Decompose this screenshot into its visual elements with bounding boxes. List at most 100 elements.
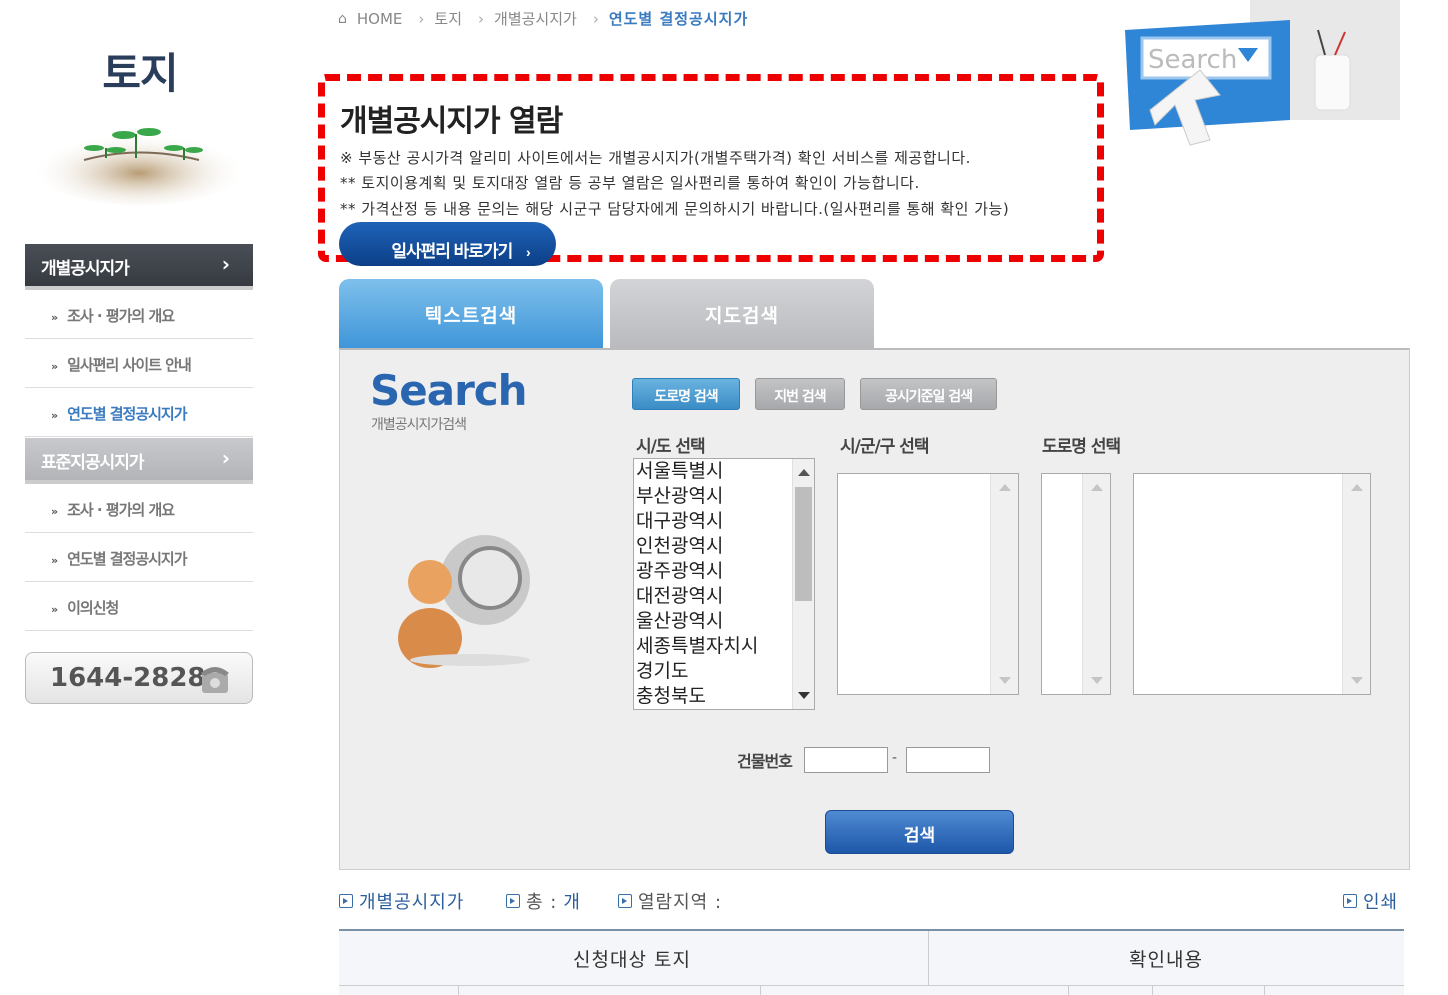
sigungu-label: 시/군/구 선택 — [840, 437, 930, 457]
info-region: 열람지역 : — [618, 888, 722, 914]
sido-listbox[interactable]: 서울특별시 부산광역시 대구광역시 인천광역시 광주광역시 대전광역시 울산광역… — [633, 458, 815, 710]
table-column-divider — [760, 986, 761, 995]
search-monitor-illustration: Search — [1125, 0, 1400, 146]
person-magnifier-illustration — [398, 535, 530, 668]
building-number-sub-input[interactable] — [906, 747, 990, 773]
double-arrow-icon: » — [51, 360, 58, 373]
square-arrow-icon — [1343, 894, 1357, 908]
phone-number: 1644-2828 — [50, 663, 206, 693]
square-arrow-icon — [618, 894, 632, 908]
double-arrow-icon: » — [51, 554, 58, 567]
table-header-target-land: 신청대상 토지 — [573, 949, 691, 971]
double-arrow-icon: » — [51, 603, 58, 616]
sido-option[interactable]: 울산광역시 — [634, 609, 814, 634]
sido-label: 시/도 선택 — [636, 437, 706, 457]
table-column-divider — [1152, 986, 1153, 995]
sido-option[interactable]: 경기도 — [634, 659, 814, 684]
road-initial-listbox[interactable] — [1041, 473, 1111, 695]
scrollbar[interactable] — [990, 474, 1018, 694]
sigungu-listbox[interactable] — [837, 473, 1019, 695]
road-label: 도로명 선택 — [1042, 437, 1121, 457]
sidebar-item-std-yearly[interactable]: » 연도별 결정공시지가 — [25, 533, 253, 582]
sidebar-item-ilsa-guide[interactable]: » 일사편리 사이트 안내 — [25, 339, 253, 388]
scrollbar[interactable] — [1082, 474, 1110, 694]
phone-banner: 1644-2828 — [25, 652, 253, 704]
table-header-row — [339, 931, 1404, 986]
building-number-main-input[interactable] — [804, 747, 888, 773]
sido-option[interactable]: 인천광역시 — [634, 534, 814, 559]
sido-option[interactable]: 세종특별자치시 — [634, 634, 814, 659]
sidebar-item-overview[interactable]: » 조사 · 평가의 개요 — [25, 290, 253, 339]
subtab-lot-search[interactable]: 지번 검색 — [755, 378, 845, 410]
land-sprout-illustration — [29, 125, 249, 205]
table-header-confirmation: 확인내용 — [1129, 949, 1203, 971]
double-arrow-icon: » — [51, 311, 58, 324]
intro-text-line: ** 가격산정 등 내용 문의는 해당 시군구 담당자에게 문의하시기 바랍니다… — [340, 200, 1010, 218]
tab-text-search[interactable]: 텍스트검색 — [339, 279, 603, 349]
sidebar-title: 토지 — [102, 49, 178, 98]
scroll-down-arrow-icon[interactable] — [1351, 677, 1363, 684]
sidebar-item-yearly-price[interactable]: » 연도별 결정공시지가 — [25, 388, 253, 437]
scroll-up-arrow-icon[interactable] — [798, 469, 810, 476]
search-logo: Search — [370, 366, 528, 415]
scroll-thumb[interactable] — [795, 487, 812, 601]
table-column-divider — [458, 986, 459, 995]
building-number-separator: - — [892, 750, 898, 766]
sido-option[interactable]: 부산광역시 — [634, 484, 814, 509]
scroll-down-arrow-icon[interactable] — [798, 692, 810, 699]
chevron-right-icon: › — [592, 9, 599, 28]
chevron-right-icon: › — [525, 243, 531, 260]
scrollbar[interactable] — [1342, 474, 1370, 694]
sidebar-group-label: 표준지공시지가 — [41, 453, 144, 473]
home-icon: ⌂ — [338, 10, 347, 27]
scroll-up-arrow-icon[interactable] — [1091, 484, 1103, 491]
breadcrumb-home[interactable]: HOME — [357, 10, 403, 28]
sidebar-group-individual-price[interactable]: 개별공시지가 › — [25, 244, 253, 290]
scroll-down-arrow-icon[interactable] — [999, 677, 1011, 684]
square-arrow-icon — [506, 894, 520, 908]
page-title: 개별공시지가 열람 — [340, 104, 563, 139]
table-column-divider — [1068, 986, 1069, 995]
sidebar-group-label: 개별공시지가 — [41, 259, 130, 279]
sido-option[interactable]: 광주광역시 — [634, 559, 814, 584]
table-column-divider — [1264, 986, 1265, 995]
info-total-count: 총 :개 — [506, 888, 581, 914]
telephone-icon — [201, 667, 229, 693]
chevron-right-icon: › — [478, 9, 485, 28]
sido-option[interactable]: 서울특별시 — [634, 459, 814, 484]
double-arrow-icon: » — [51, 505, 58, 518]
sidebar-group-standard-price[interactable]: 표준지공시지가 › — [25, 438, 253, 484]
subtab-road-search[interactable]: 도로명 검색 — [632, 378, 740, 410]
chevron-right-icon: › — [221, 446, 230, 470]
subtab-date-search[interactable]: 공시기준일 검색 — [860, 378, 997, 410]
scrollbar[interactable] — [792, 459, 814, 709]
scroll-up-arrow-icon[interactable] — [999, 484, 1011, 491]
info-individual-price: 개별공시지가 — [339, 888, 464, 914]
svg-text:Search: Search — [1148, 45, 1237, 75]
breadcrumb-individual[interactable]: 개별공시지가 — [494, 8, 577, 29]
road-name-listbox[interactable] — [1133, 473, 1371, 695]
double-arrow-icon: » — [51, 409, 58, 422]
building-number-label: 건물번호 — [737, 752, 793, 771]
print-link[interactable]: 인쇄 — [1343, 888, 1398, 914]
search-logo-subtitle: 개별공시지가검색 — [371, 417, 467, 433]
table-subheader-row — [339, 986, 1404, 995]
sidebar-item-std-overview[interactable]: » 조사 · 평가의 개요 — [25, 484, 253, 533]
scroll-down-arrow-icon[interactable] — [1091, 677, 1103, 684]
sidebar-item-objection[interactable]: » 이의신청 — [25, 582, 253, 631]
intro-text-line: ** 토지이용계획 및 토지대장 열람 등 공부 열람은 일사편리를 통하여 확… — [340, 174, 920, 192]
scroll-up-arrow-icon[interactable] — [1351, 484, 1363, 491]
chevron-right-icon: › — [418, 9, 425, 28]
intro-text-line: ※ 부동산 공시가격 알리미 사이트에서는 개별공시지가(개별주택가격) 확인 … — [340, 149, 971, 167]
sido-option[interactable]: 충청북도 — [634, 684, 814, 709]
square-arrow-icon — [339, 894, 353, 908]
chevron-right-icon: › — [221, 252, 230, 276]
breadcrumb: ⌂ HOME › 토지 › 개별공시지가 › 연도별 결정공시지가 — [338, 8, 748, 29]
breadcrumb-land[interactable]: 토지 — [434, 8, 462, 29]
ilsa-shortcut-button[interactable]: 일사편리 바로가기 › — [339, 222, 556, 266]
tab-map-search[interactable]: 지도검색 — [610, 279, 874, 349]
sido-option[interactable]: 대구광역시 — [634, 509, 814, 534]
sido-option[interactable]: 대전광역시 — [634, 584, 814, 609]
search-button[interactable]: 검색 — [825, 810, 1014, 854]
breadcrumb-current: 연도별 결정공시지가 — [608, 10, 749, 28]
